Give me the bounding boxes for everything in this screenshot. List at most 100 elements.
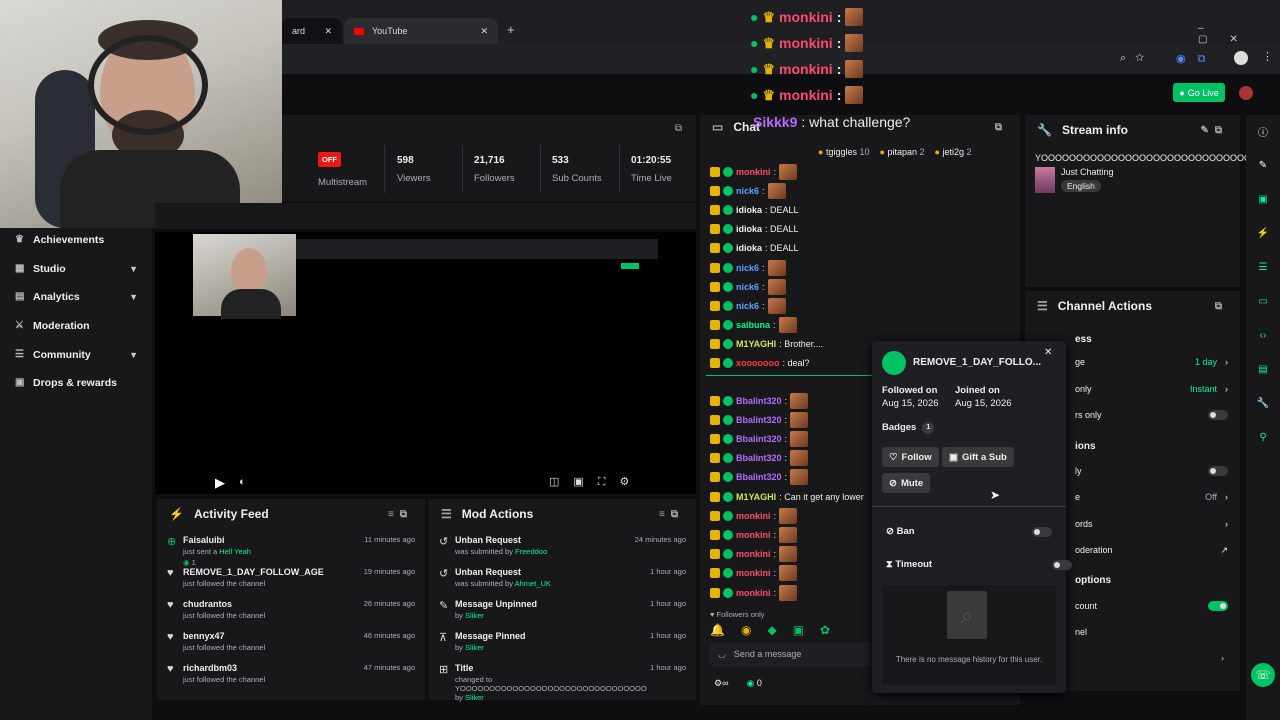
multistream-off-badge[interactable]: OFF (318, 152, 341, 167)
close-tab-icon[interactable]: ✕ (480, 26, 488, 37)
player-controls[interactable]: ◫▣⛶⚙ (549, 475, 643, 489)
go-live-button[interactable]: ● Go Live (1173, 83, 1225, 102)
followed-label: Followed on (882, 385, 938, 396)
row-viewer-count[interactable]: count (1063, 593, 1240, 619)
chat-message[interactable]: nick6: (700, 181, 1020, 200)
layers-icon[interactable]: ▤ (1254, 361, 1272, 379)
emote-bar[interactable]: 🔔◉◆▣✿ (710, 623, 846, 637)
activity-item[interactable]: ♥ richardbm03 just followed the channel 47… (157, 657, 425, 689)
ban-toggle[interactable] (1032, 527, 1052, 537)
help-chat-icon[interactable]: ☏ (1251, 663, 1275, 687)
toggle[interactable] (1208, 466, 1228, 476)
gift-sub-button[interactable]: ▣ Gift a Sub (942, 447, 1014, 467)
chat-message[interactable]: idioka: DEALL (700, 239, 1020, 258)
mute-button[interactable]: ⊘ Mute (882, 473, 931, 493)
preview-webcam (193, 234, 296, 319)
popout-icon[interactable]: ⧉ (995, 122, 1008, 133)
info-icon[interactable]: ⓘ (1254, 125, 1272, 143)
joined-label: Joined on (955, 385, 1000, 396)
mod-action-item[interactable]: ⊞ Title changed to YOOOOOOOOOOOOOOOOOOOOOO… (429, 657, 696, 702)
row-emote-only[interactable]: ly (1063, 458, 1240, 484)
mod-action-item[interactable]: ✎ Message Unpinned by Sliker 1 hour ago (429, 593, 696, 625)
chat-message[interactable]: nick6: (700, 277, 1020, 296)
popout-icon[interactable]: ⧉ (675, 123, 682, 134)
chat-input[interactable]: ◡ Send a message (710, 642, 880, 666)
user-avatar[interactable] (1239, 86, 1253, 100)
badge-icon (710, 166, 720, 177)
row-follower-age[interactable]: ge 1 day › (1063, 349, 1240, 375)
row-slow-mode[interactable]: only Instant › (1063, 376, 1240, 402)
stream-stats-bar: ⧉ OFF Multistream 598 Viewers 21,716 Follo… (282, 115, 696, 201)
row-mode[interactable]: e Off › (1063, 484, 1240, 510)
joined-date: Aug 15, 2026 (955, 398, 1012, 409)
chevron-right-icon[interactable]: › (1221, 653, 1224, 663)
mod-actions-header: ☰ Mod Actions ≡⧉ (441, 507, 684, 521)
edit-icon[interactable]: ✎ (1254, 157, 1272, 175)
chat-message[interactable]: nick6: (700, 296, 1020, 315)
activity-item[interactable]: ♥ chudrantos just followed the channel 26 … (157, 593, 425, 625)
chat-message[interactable]: nick6: (700, 258, 1020, 277)
follow-button[interactable]: ♡ Follow (882, 447, 939, 467)
row-subs-only[interactable]: rs only (1063, 402, 1240, 428)
browser-tab[interactable]: ard ✕ (282, 18, 342, 44)
chat-message[interactable]: saibuna: (700, 316, 1020, 335)
panel-tools[interactable]: ≡⧉ (659, 509, 684, 520)
mute-icon[interactable]: ◐ (239, 476, 246, 488)
sidebar-item-achievements[interactable]: ♛ Achievements (0, 226, 152, 255)
top-gifter[interactable]: ● tgiggles 10 (818, 147, 870, 157)
activity-item[interactable]: ♥ bennyx47 just followed the channel 46 mi… (157, 625, 425, 657)
window-controls[interactable]: –▢✕ (1198, 23, 1280, 45)
top-gifter[interactable]: ● pitapan 2 (880, 147, 925, 157)
browser-tab-youtube[interactable]: YouTube ✕ (344, 18, 498, 44)
badge-icon (723, 568, 733, 579)
popout-icon[interactable]: ⧉ (1215, 301, 1228, 312)
emote-image (790, 450, 809, 467)
stream-title: YOOOOOOOOOOOOOOOOOOOOOOOOOOOOOO (1035, 153, 1252, 163)
badge-icon (710, 320, 720, 331)
activity-item[interactable]: ⊕ Faisaluibi just sent a Hell Yeah ◉ 1 11 mi… (157, 529, 425, 567)
badge-icon (723, 434, 733, 445)
chat-message[interactable]: idioka: DEALL (700, 200, 1020, 219)
panel-tools[interactable]: ≡⧉ (388, 509, 413, 520)
stream-preview[interactable]: ▶ ◐ ◫▣⛶⚙ (155, 232, 696, 494)
extensions-icons[interactable]: ◉⧉ (1176, 52, 1217, 66)
settings-icon[interactable]: ⚙∞ (714, 678, 728, 689)
menu-icon[interactable]: ⋮ (1262, 50, 1273, 63)
code-icon[interactable]: ‹› (1254, 327, 1272, 345)
close-tab-icon[interactable]: ✕ (324, 26, 332, 37)
share-icon[interactable]: ⚲ (1254, 429, 1272, 447)
layout-icon[interactable]: ▣ (1254, 191, 1272, 209)
mod-action-item[interactable]: ↺ Unban Request was submitted by Freeddoo 2… (429, 529, 696, 561)
emote-picker-icon[interactable]: ◡ (718, 649, 726, 660)
close-icon[interactable]: ✕ (1044, 347, 1056, 359)
sidebar-item-studio[interactable]: ▦ Studio ▼ (0, 255, 152, 284)
list-icon[interactable]: ☰ (1254, 259, 1272, 277)
emote-image (767, 278, 786, 295)
channel-actions-header: ☰ Channel Actions ⧉ (1037, 299, 1228, 313)
sidebar-item-community[interactable]: ☰ Community ▼ (0, 340, 152, 369)
emote-image (779, 507, 798, 524)
row-channel[interactable]: nel (1063, 619, 1240, 645)
mod-action-item[interactable]: ⊼ Message Pinned by Sliker 1 hour ago (429, 625, 696, 657)
bolt-icon[interactable]: ⚡ (1254, 225, 1272, 243)
chat-icon[interactable]: ▭ (1254, 293, 1272, 311)
row-blocked-words[interactable]: ords › (1063, 511, 1240, 537)
row-moderation[interactable]: oderation ↗ (1063, 537, 1240, 563)
channel-icon: ☰ (1037, 299, 1048, 313)
top-gifter[interactable]: ● jeti2g 2 (935, 147, 972, 157)
sidebar-item-drops[interactable]: ▣ Drops & rewards (0, 369, 152, 398)
timeout-toggle[interactable] (1052, 560, 1073, 570)
chat-message[interactable]: idioka: DEALL (700, 220, 1020, 239)
profile-avatar[interactable] (1234, 51, 1248, 65)
wrench-icon[interactable]: 🔧 (1254, 395, 1272, 413)
mod-action-item[interactable]: ↺ Unban Request was submitted by Ahmet_UK 1… (429, 561, 696, 593)
play-icon[interactable]: ▶ (215, 475, 225, 491)
browser-toolbar-icons[interactable]: ⌕☆ (1120, 52, 1153, 65)
sidebar-item-analytics[interactable]: ▤ Analytics ▼ (0, 283, 152, 312)
chat-message[interactable]: monkini: (700, 162, 1020, 181)
new-tab-icon[interactable]: + (507, 22, 515, 37)
toggle[interactable] (1208, 410, 1228, 420)
edit-popout-icons[interactable]: ✎⧉ (1200, 125, 1228, 136)
toggle[interactable] (1208, 601, 1228, 611)
sidebar-item-moderation[interactable]: ⚔ Moderation (0, 312, 152, 341)
